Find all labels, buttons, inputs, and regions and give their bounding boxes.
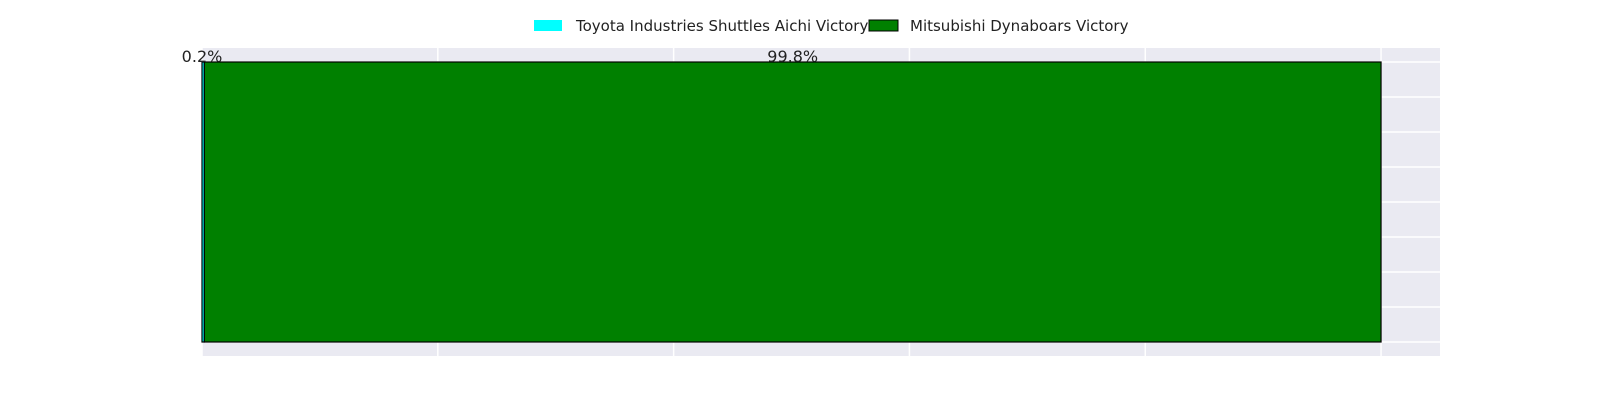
legend-label-toyota: Toyota Industries Shuttles Aichi Victory: [575, 17, 868, 35]
bar-segment-1: [203, 61, 1382, 343]
bar-label-toyota: 0.2%: [182, 47, 223, 66]
chart: 0.2% 99.8% Toyota Industries Shuttles Ai…: [182, 17, 1440, 356]
bar-label-mitsubishi: 99.8%: [767, 47, 818, 66]
legend: Toyota Industries Shuttles Aichi Victory…: [534, 17, 1129, 35]
legend-swatch-mitsubishi: [868, 19, 899, 32]
bars: [201, 61, 1382, 343]
legend-label-mitsubishi: Mitsubishi Dynaboars Victory: [910, 17, 1129, 35]
legend-swatch-toyota: [534, 20, 562, 31]
